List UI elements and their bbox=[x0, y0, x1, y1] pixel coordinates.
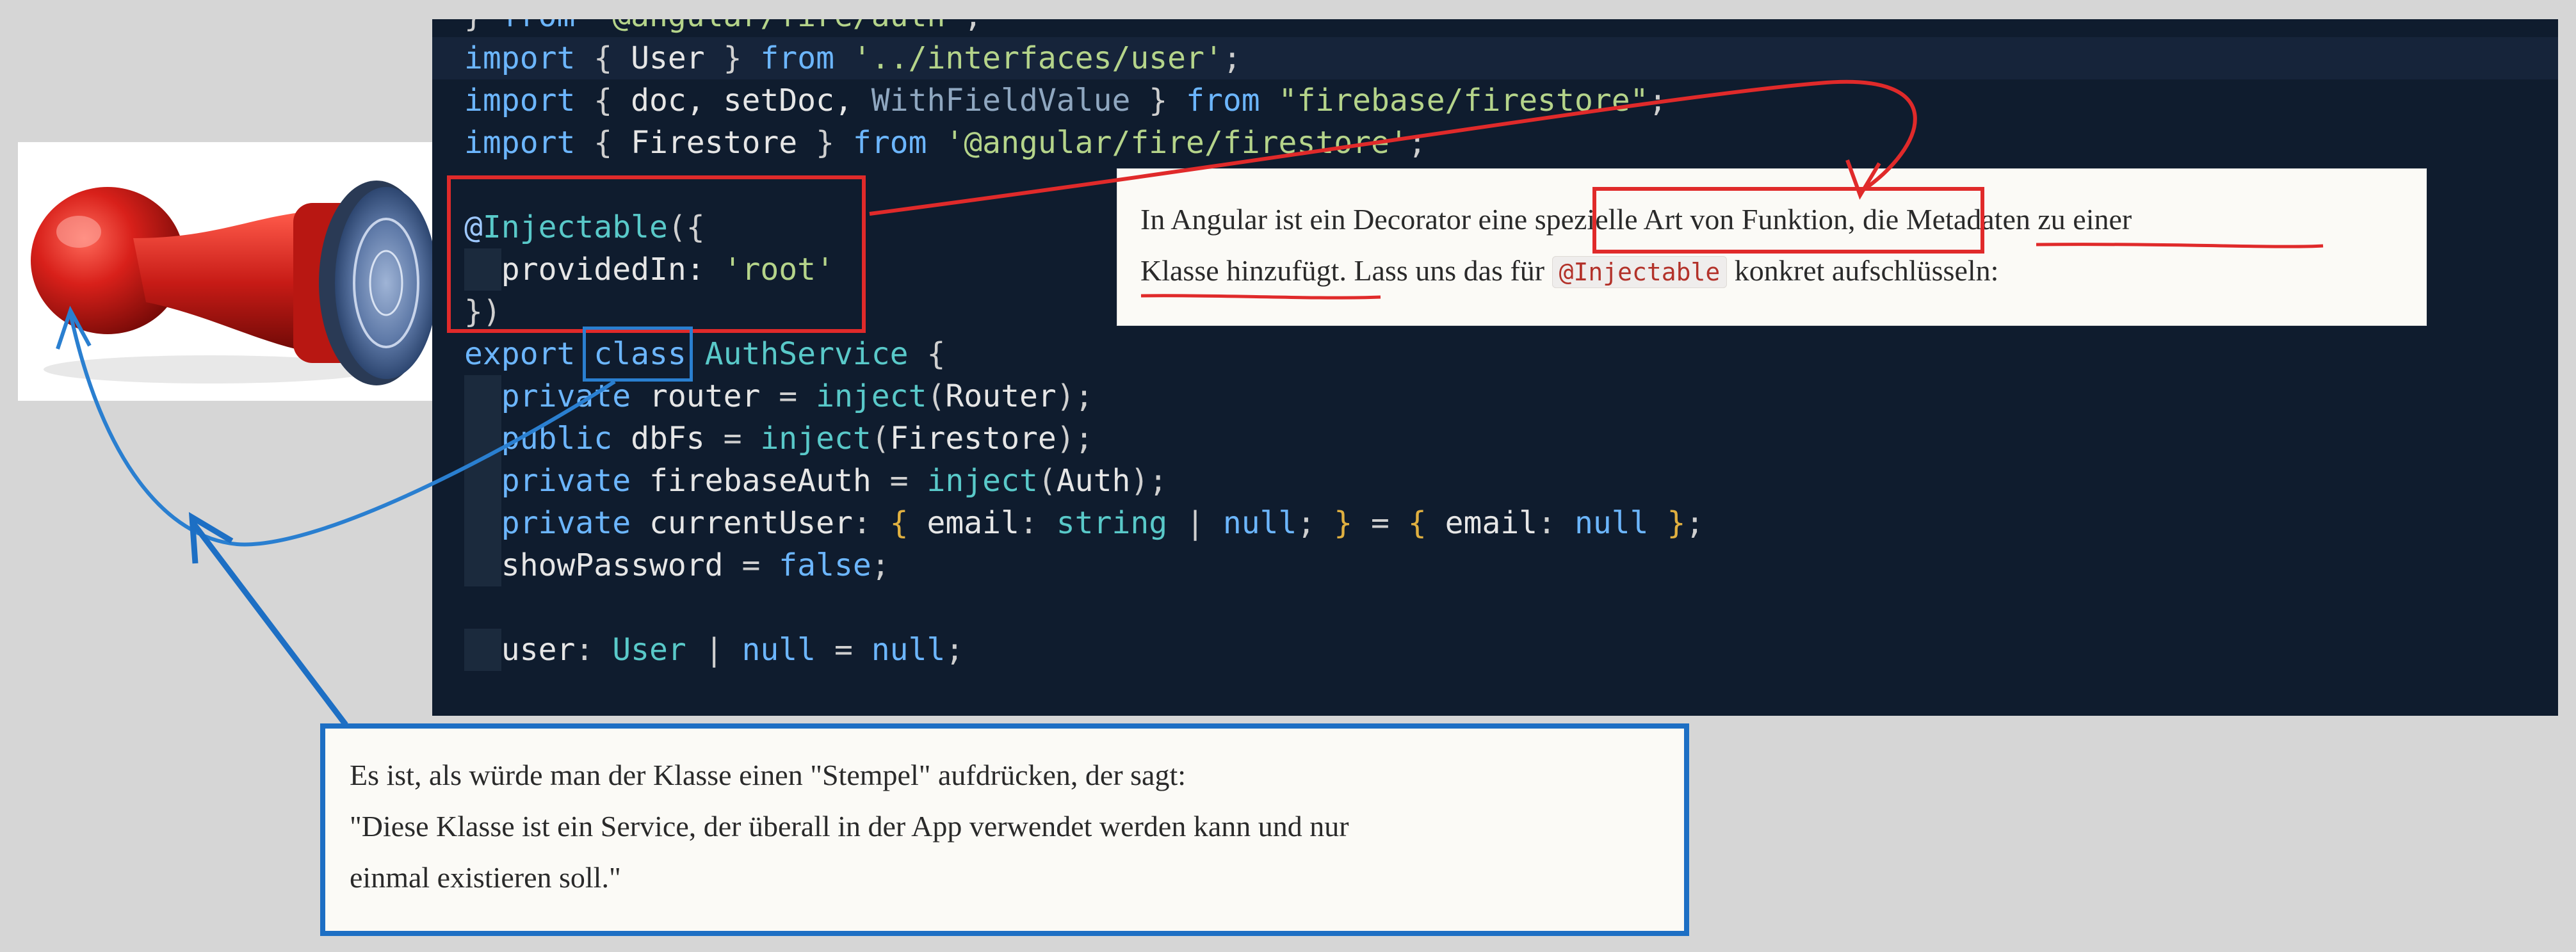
callout-pointer-arrow bbox=[190, 520, 348, 727]
red-underline bbox=[2036, 243, 2324, 248]
red-arrowhead-icon bbox=[1845, 159, 1881, 200]
annotation-overlay bbox=[56, 79, 2324, 727]
red-underline bbox=[1140, 294, 1381, 300]
blue-annotation-arrow bbox=[69, 313, 616, 547]
red-annotation-arrow bbox=[869, 79, 1917, 216]
